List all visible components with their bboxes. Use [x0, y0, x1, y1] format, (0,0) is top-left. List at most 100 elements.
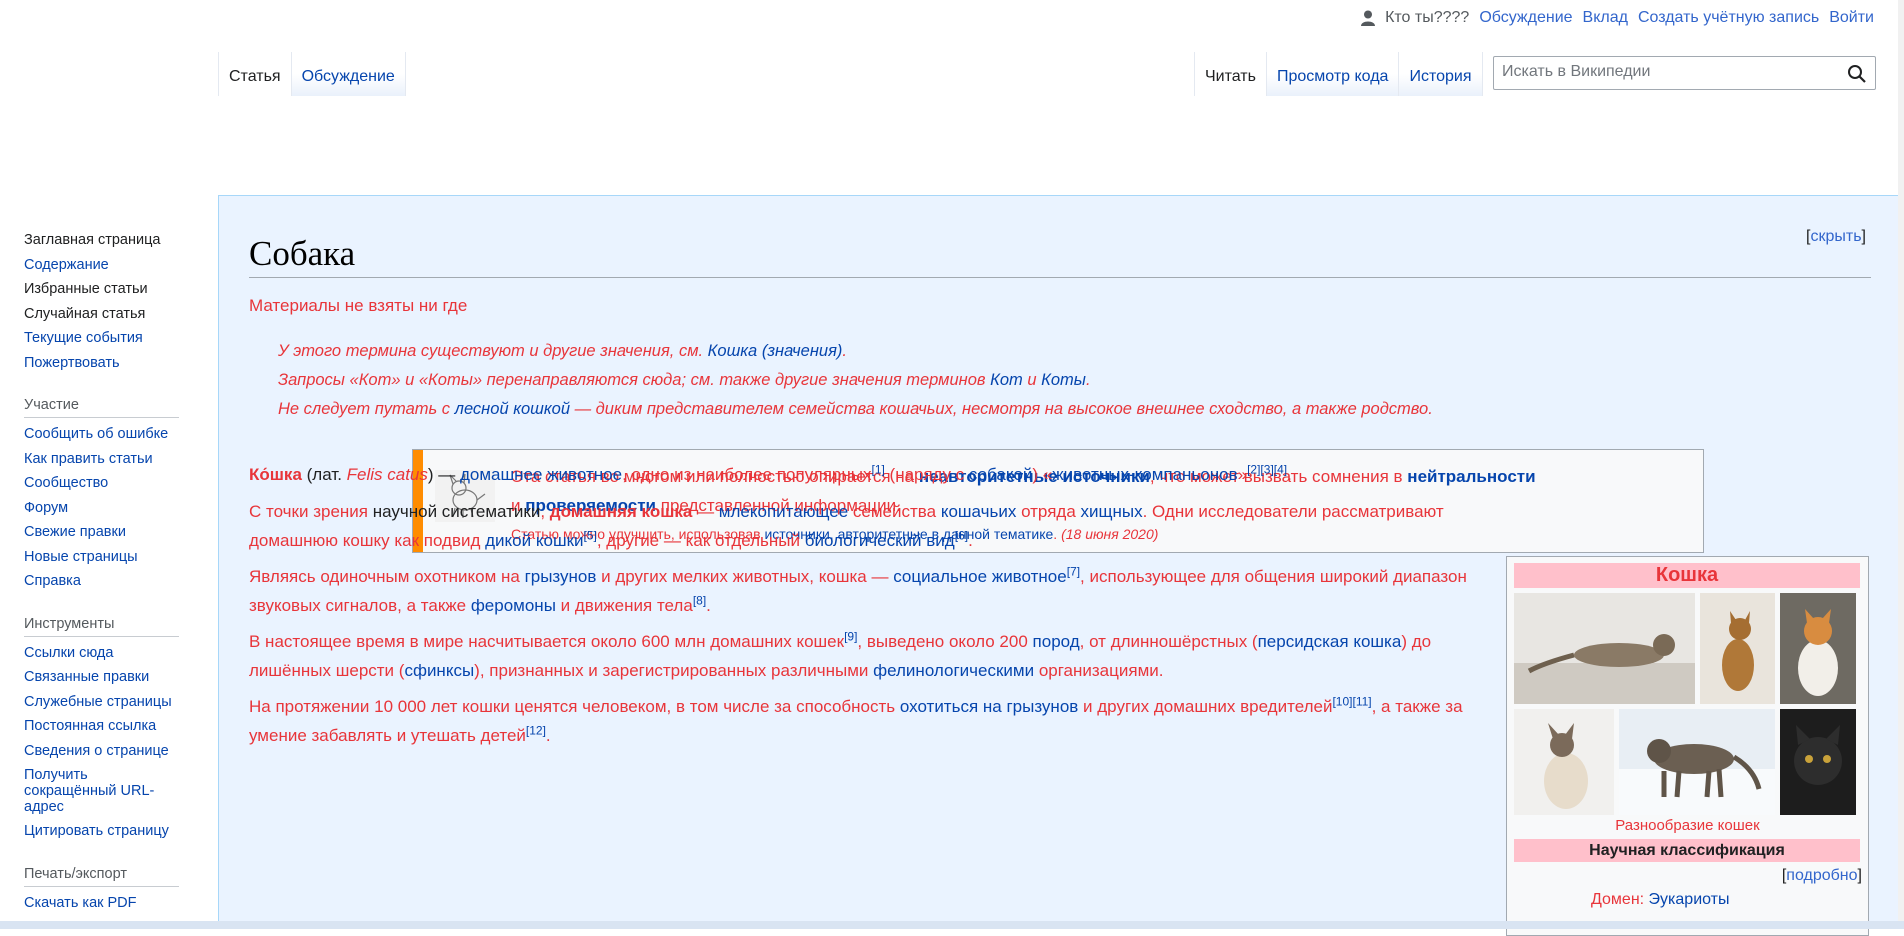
infobox-more-link[interactable]: подробно — [1786, 867, 1857, 884]
sidebar-item-download-pdf[interactable]: Скачать как PDF — [24, 891, 184, 916]
sidebar-item-page-info[interactable]: Сведения о странице — [24, 739, 184, 764]
link-carnivora[interactable]: хищных — [1081, 502, 1143, 521]
sidebar-item-what-links-here[interactable]: Ссылки сюда — [24, 641, 184, 666]
sidebar-item-donate[interactable]: Пожертвовать — [24, 351, 184, 376]
sidebar-item-forum[interactable]: Форум — [24, 496, 184, 521]
sidebar-item-cite[interactable]: Цитировать страницу — [24, 819, 184, 844]
ref-10-11[interactable]: [10][11] — [1332, 694, 1371, 708]
sidebar-heading-print: Печать/экспорт — [24, 866, 179, 887]
text: , — [540, 502, 550, 521]
link-domestic-animal[interactable]: домашнее животное — [460, 465, 622, 484]
cat-image-abyssinian[interactable] — [1700, 593, 1775, 704]
hatnote-text: и — [1022, 371, 1042, 389]
infobox: Кошка Разнообразие кошек Научная классиф… — [1506, 556, 1869, 936]
tab-talk[interactable]: Обсуждение — [290, 52, 406, 96]
text: , другие — как отдельный — [596, 531, 805, 550]
cat-image-ginger-white[interactable] — [1780, 593, 1856, 704]
sidebar-item-contents[interactable]: Содержание — [24, 253, 184, 278]
infobox-caption: Разнообразие кошек — [1615, 817, 1760, 834]
hatnote-link-kot[interactable]: Кот — [990, 371, 1023, 389]
sidebar-item-report-error[interactable]: Сообщить об ошибке — [24, 422, 184, 447]
domain-label: Домен: — [1591, 891, 1645, 908]
text: организациями. — [1034, 661, 1164, 680]
link-companion-animals[interactable]: животных-компаньонов — [1052, 465, 1237, 484]
cat-image-siamese[interactable] — [1514, 709, 1614, 815]
link-wildcat[interactable]: дикой кошки — [485, 531, 583, 550]
paragraph-5: На протяжении 10 000 лет кошки ценятся ч… — [249, 692, 1514, 750]
ref-1[interactable]: [1] — [871, 462, 884, 476]
link-species[interactable]: биологический вид — [805, 531, 955, 550]
text: . — [968, 531, 973, 550]
sidebar-item-how-to-edit[interactable]: Как править статьи — [24, 447, 184, 472]
text: В настоящее время в мире насчитывается о… — [249, 632, 845, 651]
sidebar-item-main-page[interactable]: Заглавная страница — [24, 228, 184, 253]
link-persian-cat[interactable]: персидская кошка — [1258, 632, 1402, 651]
link-mammal[interactable]: млекопитающее — [719, 502, 848, 521]
infobox-sci-heading: Научная классификация — [1514, 839, 1860, 862]
text: Являясь одиночным охотником на — [249, 567, 525, 586]
contributions-link[interactable]: Вклад — [1583, 9, 1628, 27]
cat-image-lying[interactable] — [1514, 593, 1695, 704]
infobox-domain-row: Домен: Эукариоты — [1591, 891, 1730, 909]
personal-toolbar: Кто ты???? Обсуждение Вклад Создать учёт… — [1361, 9, 1874, 27]
cat-image-snow-tabby[interactable] — [1619, 709, 1775, 815]
infobox-more: [подробно] — [1781, 867, 1862, 884]
text: . — [1287, 465, 1292, 484]
tab-article[interactable]: Статья — [218, 52, 291, 96]
ref-9[interactable]: [9] — [844, 629, 857, 643]
tab-view-source[interactable]: Просмотр кода — [1265, 52, 1399, 96]
sidebar-item-help[interactable]: Справка — [24, 569, 184, 594]
text: Felis catus — [346, 465, 428, 484]
ref-8[interactable]: [8] — [693, 593, 706, 607]
ref-12[interactable]: [12] — [526, 723, 546, 737]
search-input[interactable] — [1494, 57, 1840, 87]
sidebar-item-random[interactable]: Случайная статья — [24, 302, 184, 327]
sidebar-item-new-pages[interactable]: Новые страницы — [24, 545, 184, 570]
create-account-link[interactable]: Создать учётную запись — [1638, 9, 1819, 27]
page-title: Собака — [249, 234, 356, 273]
ref-5[interactable]: [5] — [584, 528, 597, 542]
link-hunting-rodents[interactable]: охотиться на грызунов — [900, 697, 1078, 716]
hide-link[interactable]: скрыть — [1810, 228, 1861, 245]
hatnote-text: . — [1085, 371, 1091, 389]
sidebar-item-permanent-link[interactable]: Постоянная ссылка — [24, 714, 184, 739]
link-rodents[interactable]: грызунов — [525, 567, 597, 586]
sidebar-item-community[interactable]: Сообщество — [24, 471, 184, 496]
sidebar-item-short-url[interactable]: Получить сокращённый URL-адрес — [24, 763, 164, 819]
link-felinology[interactable]: фелинологическими — [873, 661, 1034, 680]
sidebar-item-current-events[interactable]: Текущие события — [24, 326, 184, 351]
link-pheromones[interactable]: феромоны — [471, 596, 556, 615]
talk-link[interactable]: Обсуждение — [1479, 9, 1572, 27]
hide-toggle: [скрыть] — [1806, 228, 1866, 245]
ref-2-4[interactable]: [2][3][4] — [1247, 462, 1287, 476]
link-dog[interactable]: собакой — [969, 465, 1033, 484]
ref-6[interactable]: [6] — [955, 528, 968, 542]
link-breeds[interactable]: пород — [1033, 632, 1080, 651]
scrollbar[interactable] — [1898, 0, 1904, 929]
text: и других домашних вредителей — [1078, 697, 1333, 716]
link-social-animal[interactable]: социальное животное — [893, 567, 1067, 586]
tab-read[interactable]: Читать — [1194, 52, 1266, 96]
title-divider — [249, 277, 1871, 278]
hatnote-link-wildcat[interactable]: лесной кошкой — [455, 400, 570, 418]
sidebar-item-related-changes[interactable]: Связанные правки — [24, 665, 184, 690]
search-icon[interactable] — [1847, 64, 1867, 84]
sidebar-item-recent-changes[interactable]: Свежие правки — [24, 520, 184, 545]
hatnote-link-disambig[interactable]: Кошка (значения) — [708, 342, 843, 360]
hatnote-redirect: Запросы «Кот» и «Коты» перенаправляются … — [278, 371, 1091, 390]
hatnote-text: У этого термина существуют и другие знач… — [278, 342, 708, 360]
sidebar-item-special-pages[interactable]: Служебные страницы — [24, 690, 184, 715]
paragraph-4: В настоящее время в мире насчитывается о… — [249, 627, 1514, 685]
sidebar-item-featured[interactable]: Избранные статьи — [24, 277, 184, 302]
link-scientific-systematics[interactable]: научной систематики — [373, 502, 541, 521]
cat-image-black[interactable] — [1780, 709, 1856, 815]
text: . — [706, 596, 711, 615]
tab-history[interactable]: История — [1398, 52, 1483, 96]
login-link[interactable]: Войти — [1829, 9, 1874, 27]
hatnote-link-koty[interactable]: Коты — [1041, 371, 1086, 389]
link-felidae[interactable]: кошачьих — [941, 502, 1017, 521]
domain-value-link[interactable]: Эукариоты — [1649, 891, 1730, 908]
link-sphynx[interactable]: сфинксы — [404, 661, 474, 680]
ref-7[interactable]: [7] — [1067, 564, 1080, 578]
term-bold: Ко́шка — [249, 465, 302, 484]
